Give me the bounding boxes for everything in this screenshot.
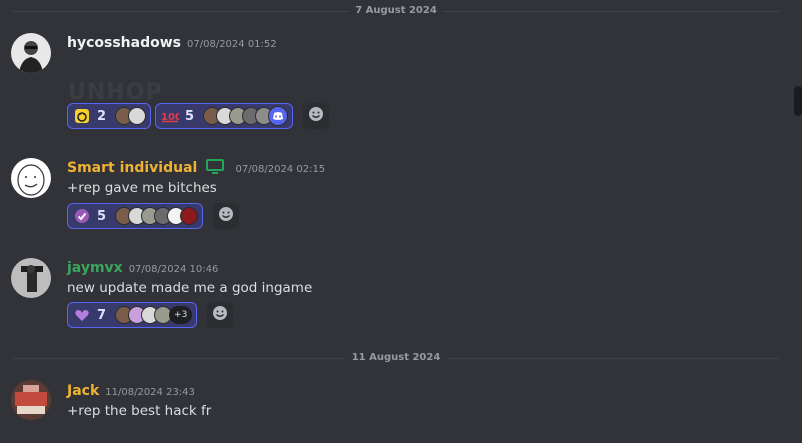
reaction[interactable]: 7 +3: [67, 302, 198, 328]
message: hycosshadows 07/08/2024 01:52 UNHOP 2 100…: [0, 30, 780, 135]
discord-logo-icon: [268, 106, 289, 126]
message: Jack 11/08/2024 23:43 +rep the best hack …: [0, 378, 780, 438]
more-reactors-badge: +3: [169, 306, 193, 324]
smiley-icon: [308, 106, 324, 126]
avatar[interactable]: [11, 380, 51, 420]
reactor-avatar: [128, 107, 147, 125]
message-header: hycosshadows 07/08/2024 01:52: [67, 33, 277, 54]
add-reaction-button[interactable]: [213, 203, 240, 229]
reaction-count: 7: [97, 307, 107, 323]
reaction-count: 5: [185, 108, 195, 124]
reaction-count: 2: [97, 108, 107, 124]
username[interactable]: hycosshadows: [67, 35, 181, 51]
date-divider: 11 August 2024: [12, 351, 780, 365]
timestamp: 07/08/2024 10:46: [128, 264, 219, 275]
message: jaymvx 07/08/2024 10:46 new update made m…: [0, 255, 780, 335]
timestamp: 11/08/2024 23:43: [105, 387, 195, 398]
reaction[interactable]: 5: [67, 203, 204, 229]
monitor-icon: [206, 159, 225, 179]
reactor-avatars: [115, 107, 147, 125]
add-reaction-button[interactable]: [303, 103, 330, 129]
reaction[interactable]: 2: [67, 103, 152, 129]
timestamp: 07/08/2024 02:15: [235, 164, 326, 175]
avatar[interactable]: [11, 158, 51, 198]
add-reaction-button[interactable]: [207, 302, 234, 328]
scrollbar-thumb[interactable]: [794, 86, 802, 116]
avatar[interactable]: [11, 33, 51, 73]
date-divider-label: 11 August 2024: [345, 351, 447, 365]
timestamp: 07/08/2024 01:52: [187, 39, 277, 50]
message-header: Jack 11/08/2024 23:43: [67, 381, 195, 402]
reactor-avatars: +3: [115, 306, 193, 324]
message: Smart individual 07/08/2024 02:15 +rep g…: [0, 155, 780, 235]
smiley-icon: [218, 206, 234, 226]
image-attachment[interactable]: UNHOP: [68, 80, 163, 105]
message-header: jaymvx 07/08/2024 10:46: [67, 258, 218, 279]
reaction-bar: 2 100 5: [67, 103, 330, 129]
reaction-count: 5: [97, 208, 107, 224]
username[interactable]: Jack: [67, 383, 99, 399]
date-divider: 7 August 2024: [12, 4, 780, 18]
message-content: new update made me a god ingame: [67, 280, 313, 296]
avatar[interactable]: [11, 258, 51, 298]
reactor-avatars: [115, 207, 199, 225]
smiley-icon: [212, 305, 228, 325]
username[interactable]: Smart individual: [67, 160, 197, 176]
hundred-emoji-icon: 100: [161, 107, 179, 125]
message-header: Smart individual 07/08/2024 02:15: [67, 158, 325, 179]
reaction-bar: 5: [67, 203, 240, 229]
reactor-avatar: [180, 207, 199, 225]
message-content: +rep the best hack fr: [67, 403, 212, 419]
reactor-avatars: [203, 106, 289, 126]
purple-check-emoji-icon: [73, 207, 91, 225]
reaction-bar: 7 +3: [67, 302, 234, 328]
reaction[interactable]: 100 5: [155, 103, 294, 129]
username[interactable]: jaymvx: [67, 260, 123, 276]
purple-heart-emoji-icon: [73, 306, 91, 324]
yellow-face-emoji-icon: [73, 107, 91, 125]
message-content: +rep gave me bitches: [67, 180, 217, 196]
date-divider-label: 7 August 2024: [349, 4, 443, 18]
